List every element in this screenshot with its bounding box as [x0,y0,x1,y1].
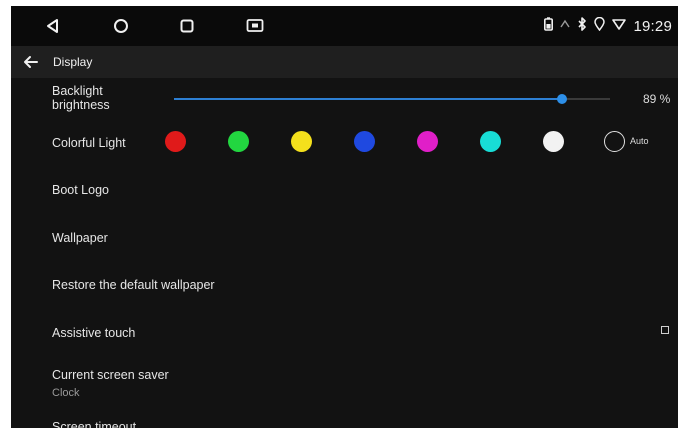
assistive-touch-item[interactable]: Assistive touch [52,326,135,340]
color-swatch-4[interactable] [354,131,375,152]
assistive-touch-checkbox[interactable] [661,326,669,334]
boot-logo-item[interactable]: Boot Logo [52,183,109,197]
brightness-percent: 89 % [643,92,671,106]
home-circle-icon[interactable] [109,14,133,38]
color-swatch-2[interactable] [228,131,249,152]
wifi-icon [612,17,627,35]
color-swatch-6[interactable] [480,131,501,152]
wallpaper-item[interactable]: Wallpaper [52,231,108,245]
android-screen: 19:29 Display Backlight brightness 89 % … [11,6,678,428]
color-swatch-1[interactable] [165,131,186,152]
auto-color-label: Auto [630,136,649,146]
restore-default-wallpaper-item[interactable]: Restore the default wallpaper [52,278,215,292]
page-title: Display [53,55,93,69]
brightness-slider[interactable] [174,94,610,104]
status-bar: 19:29 [11,6,678,46]
backlight-brightness-label: Backlight brightness [52,84,110,112]
status-icons: 19:29 [544,16,672,36]
screenshot-icon[interactable] [243,14,267,38]
color-swatch-7[interactable] [543,131,564,152]
color-swatch-3[interactable] [291,131,312,152]
recents-square-icon[interactable] [175,14,199,38]
back-triangle-icon[interactable] [41,14,65,38]
color-swatch-5[interactable] [417,131,438,152]
current-screen-saver-item[interactable]: Current screen saver [52,368,169,382]
battery-icon [544,16,554,36]
brightness-slider-thumb[interactable] [557,94,568,104]
signal-icon [560,17,571,35]
screen-timeout-item[interactable]: Screen timeout [52,420,136,428]
auto-color-radio[interactable] [604,131,625,152]
app-bar: Display [11,46,678,78]
bluetooth-icon [577,16,587,36]
colorful-light-label: Colorful Light [52,136,126,150]
current-screen-saver-value: Clock [52,387,80,399]
status-clock: 19:29 [633,17,672,35]
location-icon [594,16,606,36]
brightness-slider-fill [174,98,563,100]
back-arrow-icon[interactable] [21,52,41,72]
